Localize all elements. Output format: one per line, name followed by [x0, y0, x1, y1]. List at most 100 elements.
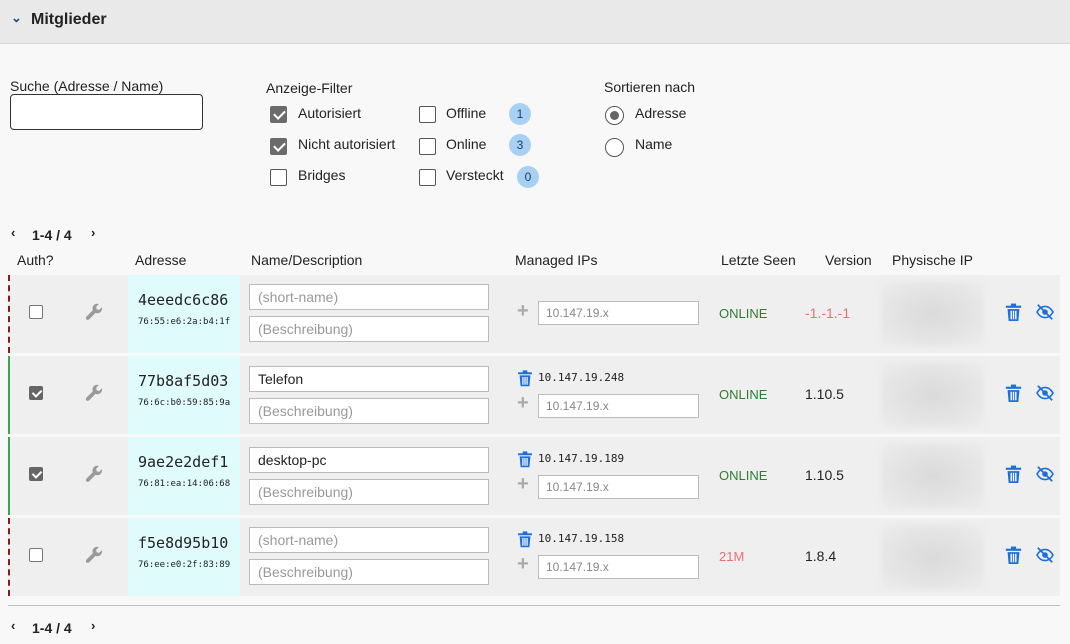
trash-icon[interactable]: [517, 451, 533, 468]
pagination-text: 1-4 / 4: [32, 227, 72, 243]
members-section-header[interactable]: ⌄ Mitglieder: [0, 0, 1070, 44]
column-header-last-seen: Letzte Seen: [721, 252, 796, 268]
filter-offline-checkbox[interactable]: [419, 106, 436, 123]
physical-ip-blurred: [881, 362, 984, 428]
filter-offline-label: Offline: [446, 105, 487, 121]
online-count-badge: 3: [509, 134, 531, 156]
chevron-left-icon[interactable]: ‹: [11, 225, 15, 240]
ip-input[interactable]: [538, 301, 699, 325]
chevron-right-icon[interactable]: ›: [91, 618, 95, 633]
eye-slash-icon[interactable]: [1035, 466, 1055, 482]
eye-slash-icon[interactable]: [1035, 547, 1055, 563]
chevron-left-icon[interactable]: ‹: [11, 618, 15, 633]
column-header-auth: Auth?: [17, 252, 54, 268]
wrench-icon[interactable]: [84, 545, 104, 565]
ip-input[interactable]: [538, 394, 699, 418]
table-row: 4eeedc6c86 76:55:e6:2a:b4:1f + ONLINE -1…: [8, 275, 1060, 353]
short-name-input[interactable]: [249, 447, 489, 473]
member-address: 4eeedc6c86: [138, 291, 229, 309]
managed-ip: 10.147.19.248: [538, 371, 625, 384]
member-version: -1.-1.-1: [805, 305, 851, 321]
filter-hidden-checkbox[interactable]: [419, 169, 436, 186]
ip-input[interactable]: [538, 555, 699, 579]
member-mac: 76:ee:e0:2f:83:89: [138, 560, 231, 570]
description-input[interactable]: [249, 398, 489, 424]
eye-slash-icon[interactable]: [1035, 385, 1055, 401]
wrench-icon[interactable]: [84, 302, 104, 322]
plus-icon[interactable]: +: [517, 474, 529, 494]
wrench-icon[interactable]: [84, 464, 104, 484]
auth-checkbox[interactable]: [29, 548, 43, 562]
trash-icon[interactable]: [1005, 465, 1022, 484]
short-name-input[interactable]: [249, 366, 489, 392]
filter-unauthorized-label: Nicht autorisiert: [298, 136, 396, 152]
column-header-address: Adresse: [135, 252, 187, 268]
offline-count-badge: 1: [509, 103, 531, 125]
column-header-version: Version: [825, 252, 872, 268]
short-name-input[interactable]: [249, 284, 489, 310]
filter-label: Anzeige-Filter: [266, 80, 353, 96]
sort-address-label: Adresse: [635, 105, 687, 121]
trash-icon[interactable]: [517, 370, 533, 387]
member-version: 1.8.4: [805, 548, 837, 564]
auth-checkbox[interactable]: [29, 305, 43, 319]
physical-ip-blurred: [881, 524, 984, 590]
member-address: 9ae2e2def1: [138, 453, 229, 471]
managed-ip: 10.147.19.158: [538, 532, 625, 545]
eye-slash-icon[interactable]: [1035, 304, 1055, 320]
chevron-down-icon[interactable]: ⌄: [11, 10, 22, 26]
managed-ip: 10.147.19.189: [538, 452, 625, 465]
description-input[interactable]: [249, 316, 489, 342]
address-cell: f5e8d95b10 76:ee:e0:2f:83:89: [128, 518, 240, 596]
unauthorized-indicator: [8, 518, 10, 596]
last-seen-status: 21M: [719, 549, 745, 564]
auth-checkbox[interactable]: [29, 386, 43, 400]
filter-hidden-label: Versteckt: [446, 167, 504, 183]
sort-address-radio[interactable]: [605, 106, 624, 125]
table-row: 77b8af5d03 76:6c:b0:59:85:9a 10.147.19.2…: [8, 356, 1060, 434]
unauthorized-indicator: [8, 275, 10, 353]
trash-icon[interactable]: [1005, 546, 1022, 565]
filter-unauthorized-checkbox[interactable]: [270, 138, 287, 155]
search-label: Suche (Adresse / Name): [10, 78, 164, 94]
sort-name-radio[interactable]: [605, 138, 624, 157]
chevron-right-icon[interactable]: ›: [91, 225, 95, 240]
description-input[interactable]: [249, 559, 489, 585]
last-seen-status: ONLINE: [719, 306, 768, 321]
description-input[interactable]: [249, 479, 489, 505]
filter-authorized-checkbox[interactable]: [270, 106, 287, 123]
address-cell: 4eeedc6c86 76:55:e6:2a:b4:1f: [128, 275, 240, 353]
last-seen-status: ONLINE: [719, 387, 768, 402]
column-header-name: Name/Description: [251, 252, 363, 268]
trash-icon[interactable]: [517, 531, 533, 548]
member-version: 1.10.5: [805, 467, 844, 483]
address-cell: 9ae2e2def1 76:81:ea:14:06:68: [128, 437, 240, 515]
member-mac: 76:81:ea:14:06:68: [138, 479, 231, 489]
sort-label: Sortieren nach: [604, 79, 696, 95]
filter-bridges-checkbox[interactable]: [270, 169, 287, 186]
member-address: 77b8af5d03: [138, 372, 229, 390]
table-row: 9ae2e2def1 76:81:ea:14:06:68 10.147.19.1…: [8, 437, 1060, 515]
sort-name-label: Name: [635, 136, 673, 152]
member-mac: 76:55:e6:2a:b4:1f: [138, 317, 231, 327]
trash-icon[interactable]: [1005, 303, 1022, 322]
address-cell: 77b8af5d03 76:6c:b0:59:85:9a: [128, 356, 240, 434]
auth-checkbox[interactable]: [29, 467, 43, 481]
ip-input[interactable]: [538, 475, 699, 499]
column-header-physical-ip: Physische IP: [892, 252, 973, 268]
plus-icon[interactable]: +: [517, 554, 529, 574]
search-input[interactable]: [10, 94, 203, 130]
hidden-count-badge: 0: [517, 166, 539, 188]
plus-icon[interactable]: +: [517, 301, 529, 321]
filter-online-checkbox[interactable]: [419, 138, 436, 155]
filter-online-label: Online: [446, 136, 487, 152]
last-seen-status: ONLINE: [719, 468, 768, 483]
member-version: 1.10.5: [805, 386, 844, 402]
pagination-text: 1-4 / 4: [32, 620, 72, 636]
table-row: f5e8d95b10 76:ee:e0:2f:83:89 10.147.19.1…: [8, 518, 1060, 596]
plus-icon[interactable]: +: [517, 393, 529, 413]
wrench-icon[interactable]: [84, 383, 104, 403]
trash-icon[interactable]: [1005, 384, 1022, 403]
divider: [8, 605, 1060, 606]
short-name-input[interactable]: [249, 527, 489, 553]
